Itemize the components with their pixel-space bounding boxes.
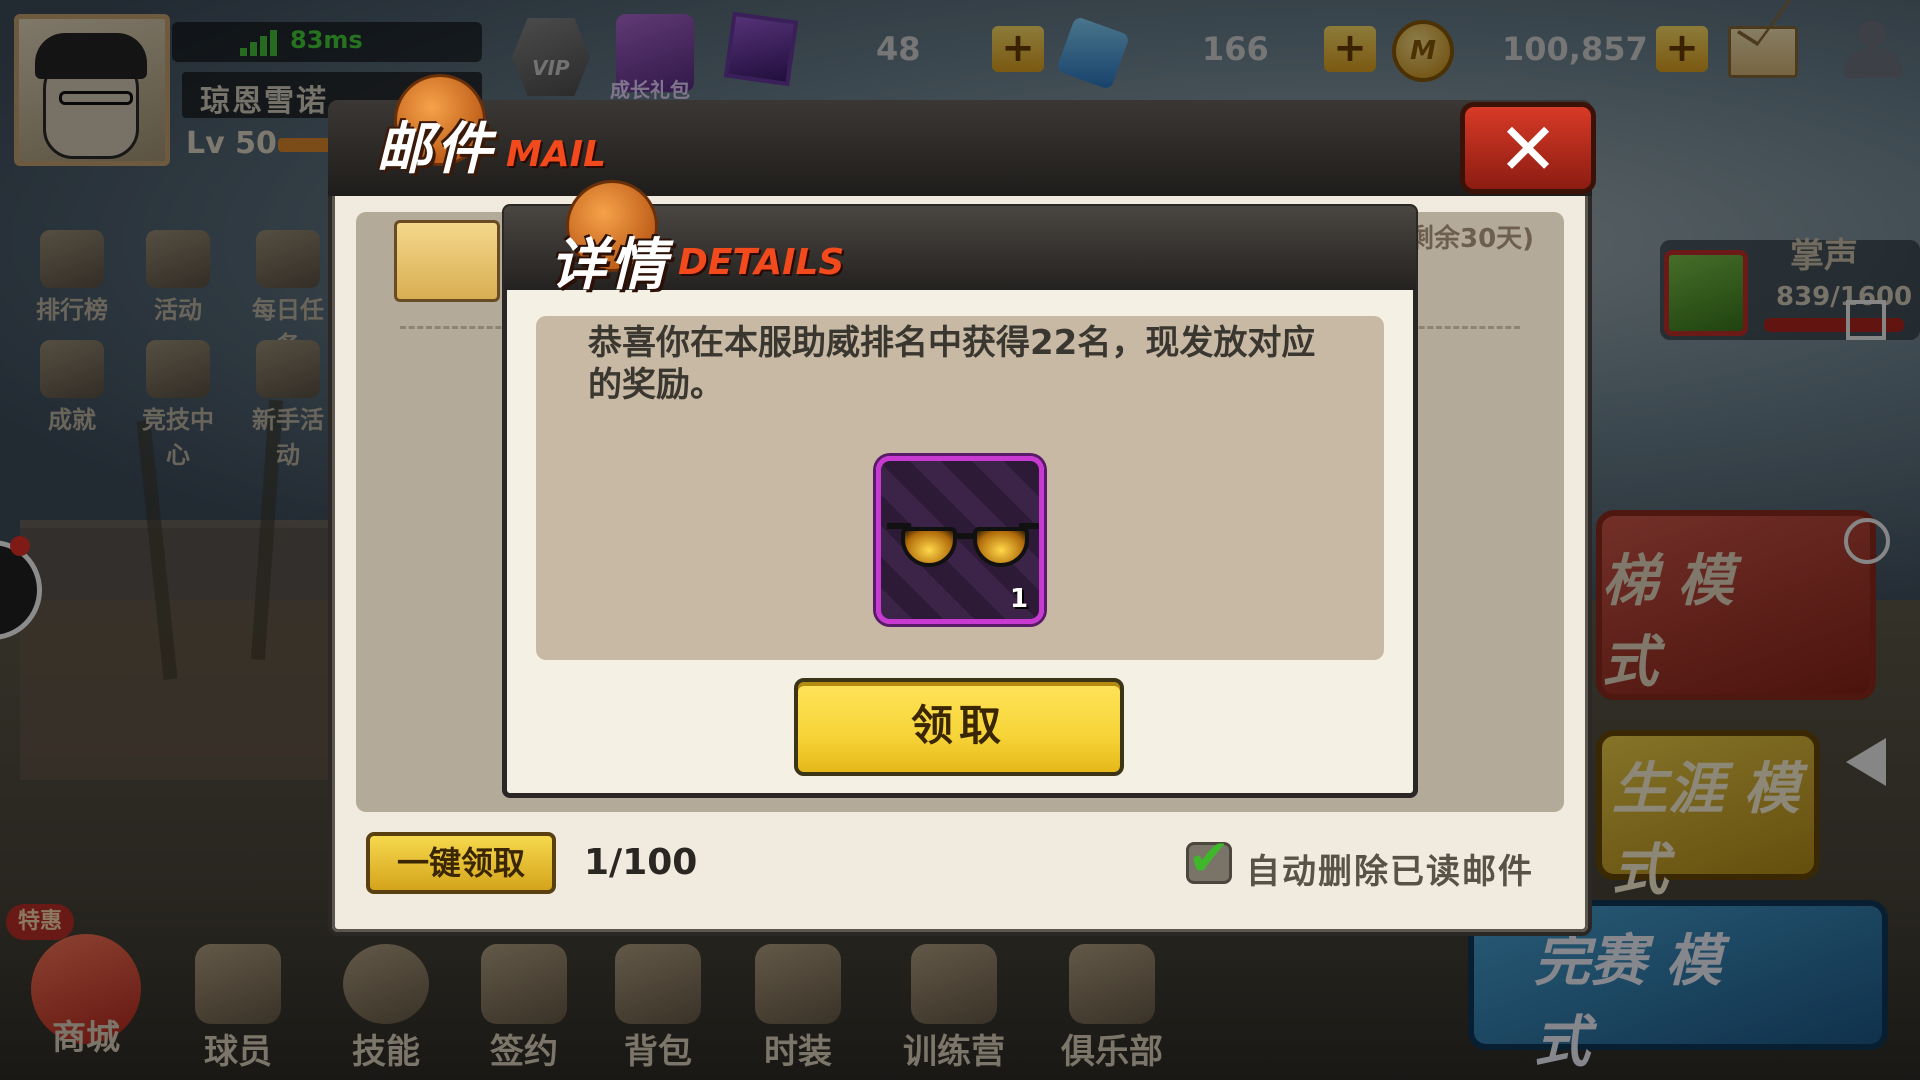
- reward-quantity: 1: [1010, 584, 1029, 614]
- checkmark-icon: ✔: [1188, 829, 1230, 887]
- details-title-en: DETAILS: [678, 242, 845, 283]
- mail-expiry: 剩余30天): [1408, 224, 1535, 254]
- mail-title-en: MAIL: [506, 134, 607, 175]
- details-title: 详情: [550, 233, 670, 298]
- mail-title: 邮件: [376, 117, 496, 182]
- divider: [400, 326, 510, 329]
- divider: [1410, 326, 1520, 329]
- claim-button[interactable]: 领取: [794, 678, 1124, 776]
- details-message: 恭喜你在本服助威排名中获得22名，现发放对应的奖励。: [588, 323, 1316, 405]
- sunglasses-icon: [887, 523, 1039, 575]
- auto-delete-label: 自动删除已读邮件: [1246, 852, 1534, 892]
- envelope-icon: [394, 220, 500, 302]
- mail-count: 1/100: [584, 842, 698, 883]
- claim-all-button[interactable]: 一键领取: [366, 832, 556, 894]
- close-button[interactable]: ✕: [1460, 102, 1596, 194]
